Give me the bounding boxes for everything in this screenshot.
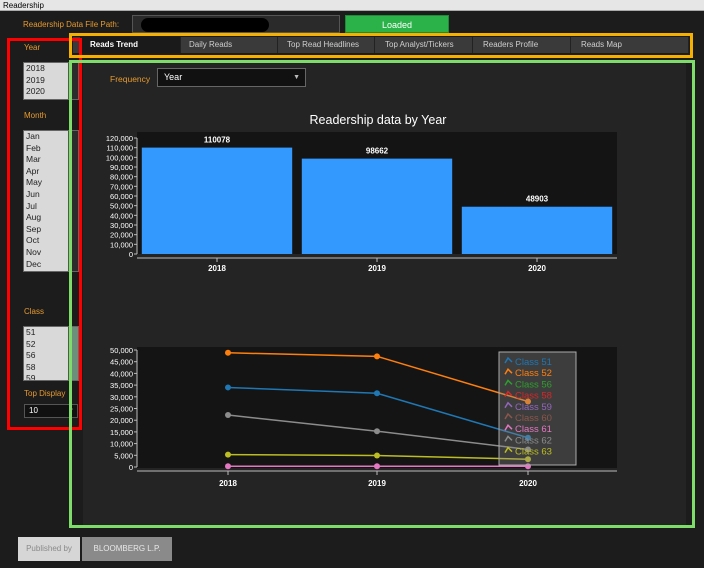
tab-reads-trend[interactable]: Reads Trend: [80, 37, 181, 53]
year-listbox[interactable]: 2018 2019 2020: [23, 62, 79, 100]
tab-reads-map[interactable]: Reads Map: [571, 37, 689, 53]
publisher-button[interactable]: BLOOMBERG L.P.: [82, 537, 172, 561]
loaded-status-button[interactable]: Loaded: [345, 15, 449, 33]
top-display-select[interactable]: 10 ▼: [24, 404, 78, 418]
frequency-select[interactable]: Year ▼: [157, 68, 306, 87]
redacted-path: [141, 18, 269, 32]
month-listbox[interactable]: Jan Feb Mar Apr May Jun Jul Aug Sep Oct Nov Dec: [23, 130, 79, 272]
tab-top-read-headlines[interactable]: Top Read Headlines: [277, 37, 375, 53]
published-by-label: Published by: [18, 537, 80, 561]
top-display-value: 10: [29, 406, 38, 415]
tab-top-analyst-tickers[interactable]: Top Analyst/Tickers: [375, 37, 473, 53]
chevron-down-icon: ▼: [293, 74, 300, 81]
window-title: Readership: [0, 0, 704, 11]
class-label: Class: [24, 307, 45, 316]
reads-trend-panel: [83, 62, 686, 525]
tab-daily-reads[interactable]: Daily Reads: [179, 37, 278, 53]
month-label: Month: [24, 111, 47, 120]
chevron-down-icon: ▼: [68, 408, 74, 414]
month-scrollbar[interactable]: [68, 131, 78, 271]
frequency-value: Year: [164, 72, 183, 82]
file-path-input[interactable]: [132, 15, 340, 33]
file-path-label: Readership Data File Path:: [23, 20, 120, 29]
tab-readers-profile[interactable]: Readers Profile: [473, 37, 571, 53]
class-scrollbar[interactable]: [68, 327, 78, 380]
year-scrollbar[interactable]: [68, 63, 78, 99]
class-listbox[interactable]: 51 52 56 58 59: [23, 326, 79, 381]
top-display-label: Top Display: [24, 389, 66, 398]
year-label: Year: [24, 43, 41, 52]
frequency-label: Frequency: [110, 74, 151, 84]
tab-bar: Reads Trend Daily Reads Top Read Headlin…: [73, 37, 689, 53]
